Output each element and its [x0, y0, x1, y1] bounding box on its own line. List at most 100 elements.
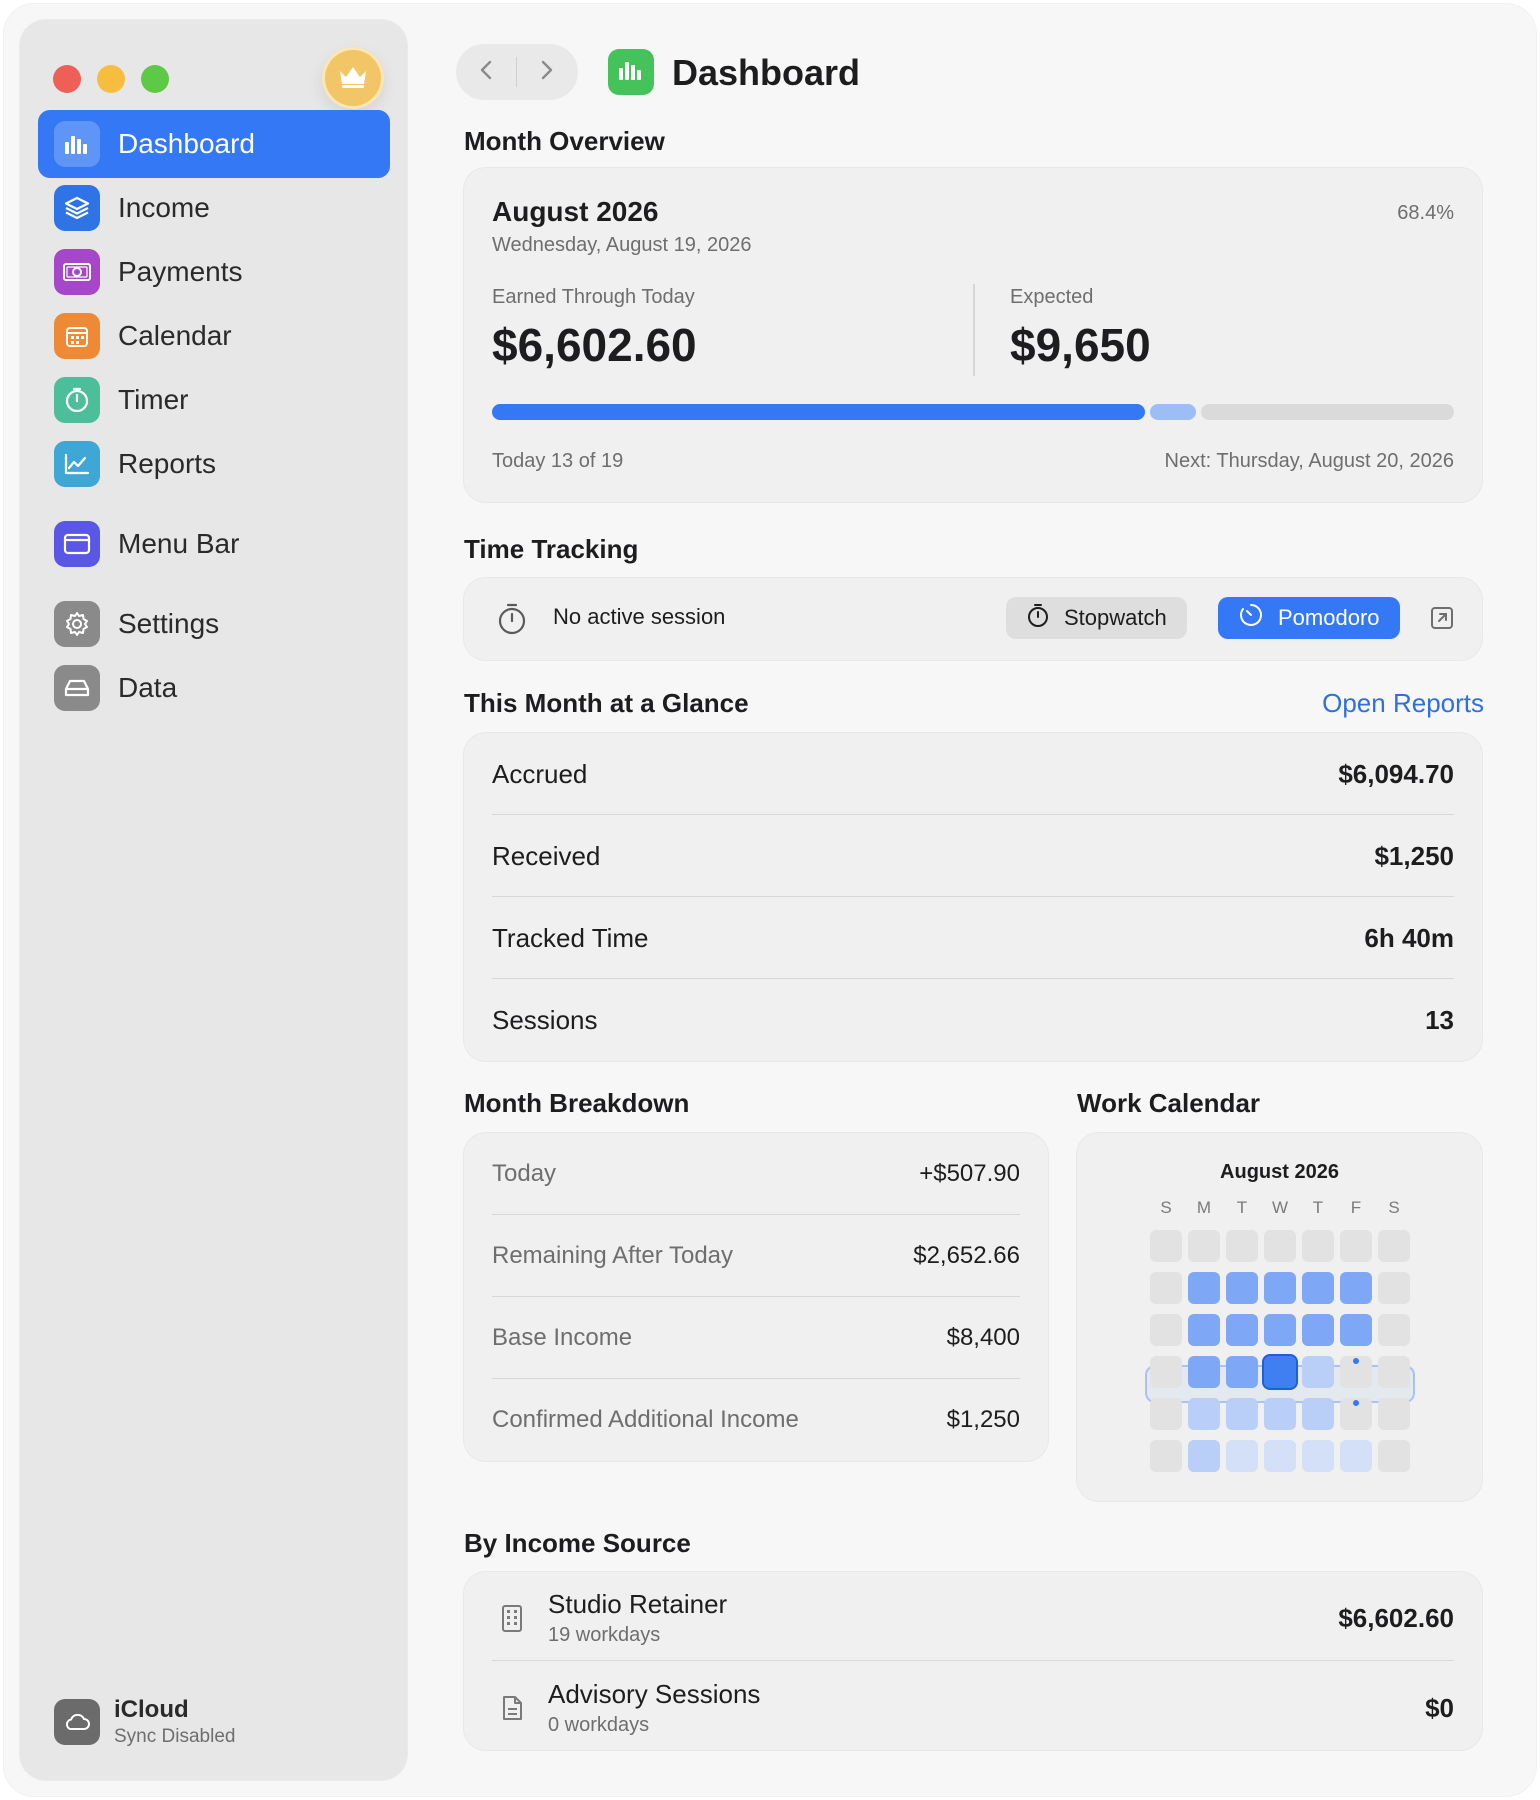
calendar-day[interactable] [1378, 1356, 1410, 1388]
stopwatch-icon [1026, 602, 1064, 634]
sidebar-item-data[interactable]: Data [38, 654, 390, 722]
calendar-day[interactable] [1340, 1314, 1372, 1346]
breakdown-row-remaining: Remaining After Today $2,652.66 [492, 1235, 1020, 1277]
calendar-day[interactable] [1302, 1230, 1334, 1262]
calendar-day[interactable] [1340, 1230, 1372, 1262]
sidebar-item-reports[interactable]: Reports [38, 430, 390, 498]
calendar-day[interactable] [1150, 1314, 1182, 1346]
stopwatch-icon [496, 602, 528, 641]
calendar-day[interactable] [1302, 1440, 1334, 1472]
calendar-day[interactable] [1226, 1272, 1258, 1304]
calendar-day[interactable] [1188, 1440, 1220, 1472]
row-value: $2,652.66 [913, 1242, 1020, 1269]
sidebar-item-timer[interactable]: Timer [38, 366, 390, 434]
stopwatch-button[interactable]: Stopwatch [1006, 597, 1187, 639]
icloud-sync-status[interactable]: iCloud Sync Disabled [54, 1696, 235, 1748]
icloud-title: iCloud [114, 1696, 189, 1723]
income-source-row[interactable]: Studio Retainer 19 workdays $6,602.60 [492, 1586, 1454, 1650]
weekday-header: W [1271, 1198, 1289, 1217]
line-chart-icon [54, 441, 100, 487]
weekday-header: S [1388, 1198, 1400, 1217]
calendar-month-label: August 2026 [1220, 1161, 1339, 1183]
calendar-day[interactable] [1302, 1272, 1334, 1304]
calendar-day[interactable] [1378, 1440, 1410, 1472]
row-label: Base Income [492, 1324, 633, 1351]
calendar-day[interactable] [1226, 1398, 1258, 1430]
row-label: Remaining After Today [492, 1242, 734, 1269]
sidebar-item-settings[interactable]: Settings [38, 590, 390, 658]
sidebar-item-income[interactable]: Income [38, 174, 390, 242]
breakdown-title: Month Breakdown [464, 1088, 690, 1118]
calendar-day[interactable] [1226, 1440, 1258, 1472]
expected-label: Expected [1010, 286, 1094, 308]
calendar-day[interactable] [1188, 1314, 1220, 1346]
calendar-day[interactable] [1226, 1314, 1258, 1346]
stopwatch-button-label: Stopwatch [1064, 605, 1167, 630]
work-calendar-title: Work Calendar [1077, 1088, 1261, 1118]
premium-crown-button[interactable] [325, 50, 381, 106]
row-value: 13 [1425, 1004, 1454, 1035]
gear-icon [54, 601, 100, 647]
calendar-day[interactable] [1302, 1398, 1334, 1430]
calendar-day[interactable] [1264, 1440, 1296, 1472]
progress-earned-segment [492, 404, 1145, 420]
earned-label: Earned Through Today [492, 286, 695, 308]
sidebar-item-payments[interactable]: Payments [38, 238, 390, 306]
calendar-day[interactable] [1264, 1272, 1296, 1304]
calendar-day[interactable] [1188, 1356, 1220, 1388]
calendar-day[interactable] [1150, 1440, 1182, 1472]
sidebar-item-label: Calendar [118, 320, 232, 351]
sidebar-item-calendar[interactable]: Calendar [38, 302, 390, 370]
calendar-day[interactable] [1378, 1398, 1410, 1430]
divider [492, 978, 1454, 979]
source-workdays: 0 workdays [548, 1714, 650, 1736]
back-button[interactable] [456, 44, 516, 100]
calendar-day[interactable] [1150, 1230, 1182, 1262]
calendar-day[interactable] [1340, 1272, 1372, 1304]
calendar-day[interactable] [1188, 1230, 1220, 1262]
source-name: Advisory Sessions [548, 1679, 761, 1709]
minimize-window-button[interactable] [97, 65, 125, 93]
glance-row-sessions: Sessions 13 [492, 999, 1454, 1041]
calendar-day[interactable] [1302, 1314, 1334, 1346]
calendar-day[interactable] [1340, 1440, 1372, 1472]
divider [492, 814, 1454, 815]
calendar-day[interactable] [1264, 1314, 1296, 1346]
sidebar-item-menu-bar[interactable]: Menu Bar [38, 510, 390, 578]
calendar-day[interactable] [1150, 1272, 1182, 1304]
calendar-day[interactable] [1264, 1230, 1296, 1262]
calendar-day[interactable] [1226, 1230, 1258, 1262]
earned-value: $6,602.60 [492, 319, 697, 371]
calendar-day[interactable] [1188, 1272, 1220, 1304]
breakdown-row-today: Today +$507.90 [492, 1153, 1020, 1195]
pomodoro-button[interactable]: Pomodoro [1218, 597, 1400, 639]
calendar-day[interactable] [1188, 1398, 1220, 1430]
weekday-header: F [1350, 1198, 1362, 1217]
open-reports-link[interactable]: Open Reports [1322, 688, 1484, 719]
month-overview-title: Month Overview [464, 126, 665, 156]
calendar-day[interactable] [1226, 1356, 1258, 1388]
calendar-day[interactable] [1264, 1398, 1296, 1430]
divider [492, 1214, 1020, 1215]
calendar-day[interactable] [1378, 1314, 1410, 1346]
cloud-icon [54, 1699, 100, 1745]
open-window-icon[interactable] [1430, 606, 1454, 635]
close-window-button[interactable] [53, 65, 81, 93]
page-title: Dashboard [672, 52, 861, 93]
calendar-day[interactable] [1302, 1356, 1334, 1388]
calendar-day[interactable] [1150, 1356, 1182, 1388]
next-workday: Next: Thursday, August 20, 2026 [1164, 450, 1454, 472]
document-icon [492, 1694, 532, 1722]
row-value: +$507.90 [919, 1160, 1020, 1187]
zoom-window-button[interactable] [141, 65, 169, 93]
calendar-day[interactable] [1378, 1230, 1410, 1262]
sidebar-item-dashboard[interactable]: Dashboard [38, 110, 390, 178]
calendar-day[interactable] [1150, 1398, 1182, 1430]
income-source-row[interactable]: Advisory Sessions 0 workdays $0 [492, 1676, 1454, 1740]
forward-button[interactable] [517, 44, 577, 100]
calendar-day[interactable] [1378, 1272, 1410, 1304]
calendar-day-today[interactable] [1264, 1356, 1296, 1388]
current-date: Wednesday, August 19, 2026 [492, 234, 752, 256]
chart-bars-icon [617, 58, 645, 87]
banknote-icon [54, 249, 100, 295]
